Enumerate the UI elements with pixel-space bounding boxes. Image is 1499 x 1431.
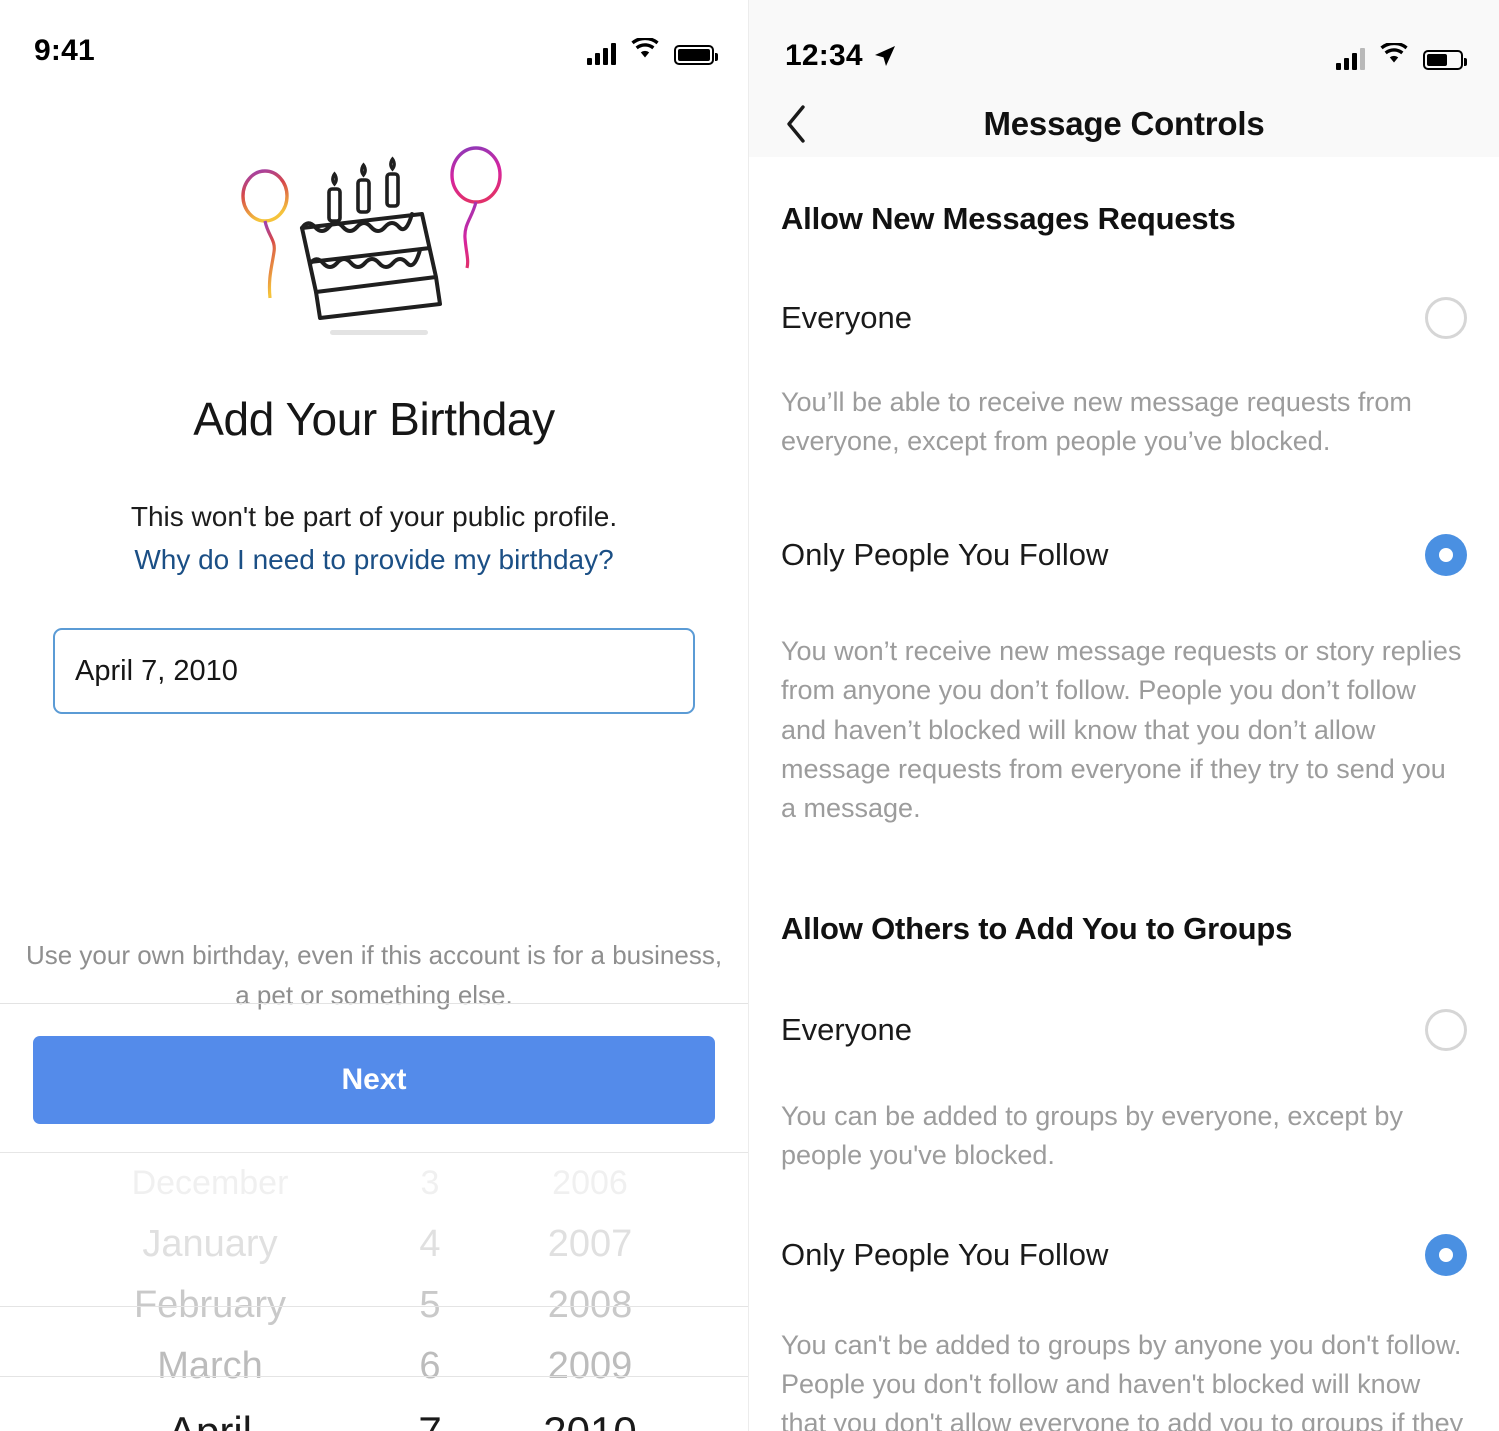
option-description: You can be added to groups by everyone, … <box>781 1100 1403 1171</box>
footer-divider <box>0 1003 748 1004</box>
picker-option[interactable]: 2006 <box>500 1153 680 1214</box>
battery-partial-icon <box>1423 49 1467 70</box>
section-title: Allow Others to Add You to Groups <box>781 910 1293 946</box>
picker-option[interactable]: March <box>60 1336 360 1397</box>
picker-selection-line-top <box>0 1306 748 1307</box>
option-label: Only People You Follow <box>781 1236 1109 1272</box>
status-time: 9:41 <box>34 34 95 67</box>
section-allow-others-add-to-groups: Allow Others to Add You to Groups Everyo… <box>749 911 1499 1431</box>
option-label: Everyone <box>781 300 912 335</box>
option-description: You’ll be able to receive new message re… <box>781 387 1412 457</box>
picker-option[interactable]: December <box>60 1153 360 1214</box>
picker-option-selected[interactable]: 7 <box>370 1397 490 1431</box>
date-picker-wheel[interactable]: December January February March April Ma… <box>0 1152 748 1431</box>
picker-option[interactable]: 2009 <box>500 1336 680 1397</box>
status-bar-left: 9:41 <box>0 0 748 84</box>
birthday-date-field[interactable]: April 7, 2010 <box>53 628 695 714</box>
status-time: 12:34 <box>785 39 863 72</box>
status-right-group <box>587 36 718 65</box>
section-allow-new-message-requests: Allow New Messages Requests Everyone You… <box>749 201 1499 829</box>
picker-option-selected[interactable]: April <box>60 1397 360 1431</box>
option-label: Everyone <box>781 1011 912 1047</box>
cellular-bars-icon <box>1336 47 1365 70</box>
status-right-group <box>1336 41 1467 70</box>
radio-button-unselected[interactable] <box>1425 1008 1467 1051</box>
option-row-only-people-you-follow-groups[interactable]: Only People You Follow <box>781 1233 1467 1276</box>
date-picker-columns: December January February March April Ma… <box>0 1153 748 1431</box>
section-title: Allow New Messages Requests <box>781 201 1236 236</box>
page-subtitle: This won't be part of your public profil… <box>130 501 618 532</box>
wifi-icon <box>630 36 660 65</box>
picker-option[interactable]: 6 <box>370 1336 490 1397</box>
status-left-group: 9:41 <box>34 34 95 68</box>
status-bar-right: 12:34 <box>749 0 1499 90</box>
page-title: Message Controls <box>983 104 1265 142</box>
option-description: You can't be added to groups by anyone y… <box>781 1329 1464 1431</box>
picker-option-selected[interactable]: 2010 <box>500 1397 680 1431</box>
why-birthday-link[interactable]: Why do I need to provide my birthday? <box>0 544 748 576</box>
date-picker-day-column[interactable]: 3 4 5 6 7 8 <box>370 1153 490 1431</box>
next-button[interactable]: Next <box>33 1036 715 1124</box>
date-picker-year-column[interactable]: 2006 2007 2008 2009 2010 2011 <box>500 1153 680 1431</box>
option-row-everyone-messages[interactable]: Everyone <box>781 297 1467 339</box>
cellular-bars-icon <box>587 42 616 65</box>
option-row-everyone-groups[interactable]: Everyone <box>781 1008 1467 1051</box>
message-controls-screen: 12:34 Message Controls Allow New Message… <box>749 0 1499 1431</box>
add-birthday-screen: 9:41 Add Your Birthday This won't be par… <box>0 0 749 1431</box>
radio-button-unselected[interactable] <box>1425 297 1467 339</box>
option-label: Only People You Follow <box>781 536 1109 572</box>
radio-button-selected[interactable] <box>1425 1233 1467 1276</box>
picker-option[interactable]: 2007 <box>500 1214 680 1275</box>
birthday-illustration <box>0 132 748 352</box>
battery-full-icon <box>674 44 718 65</box>
birthday-cake-icon <box>241 146 502 335</box>
birthday-date-value: April 7, 2010 <box>75 654 238 687</box>
option-description: You won’t receive new message requests o… <box>781 635 1462 824</box>
date-picker-month-column[interactable]: December January February March April Ma… <box>60 1153 360 1431</box>
page-title: Add Your Birthday <box>193 393 555 445</box>
back-icon[interactable] <box>779 101 813 147</box>
nav-bar: Message Controls <box>749 90 1499 157</box>
picker-option[interactable]: January <box>60 1214 360 1275</box>
wifi-icon <box>1379 41 1409 70</box>
picker-option[interactable]: 4 <box>370 1214 490 1275</box>
option-row-only-people-you-follow-messages[interactable]: Only People You Follow <box>781 533 1467 576</box>
location-arrow-icon <box>873 44 897 68</box>
status-left-group: 12:34 <box>785 39 897 73</box>
picker-option[interactable]: 3 <box>370 1153 490 1214</box>
radio-button-selected[interactable] <box>1425 533 1467 576</box>
dual-screenshot-container: 9:41 Add Your Birthday This won't be par… <box>0 0 1499 1431</box>
picker-selection-line-bottom <box>0 1376 748 1377</box>
